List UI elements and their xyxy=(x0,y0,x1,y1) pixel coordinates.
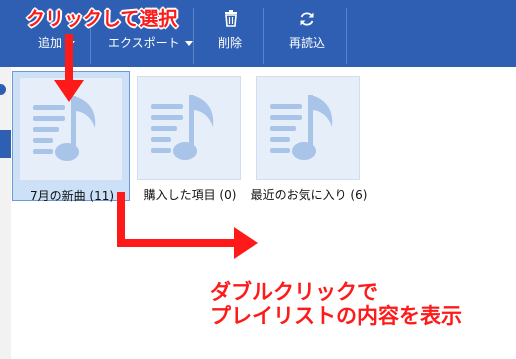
down-arrow-icon xyxy=(54,34,84,102)
double-click-annotation-line2: プレイリストの内容を表示 xyxy=(210,304,462,328)
click-select-annotation: クリックして選択 xyxy=(26,8,178,30)
bent-arrow-icon xyxy=(117,192,258,259)
